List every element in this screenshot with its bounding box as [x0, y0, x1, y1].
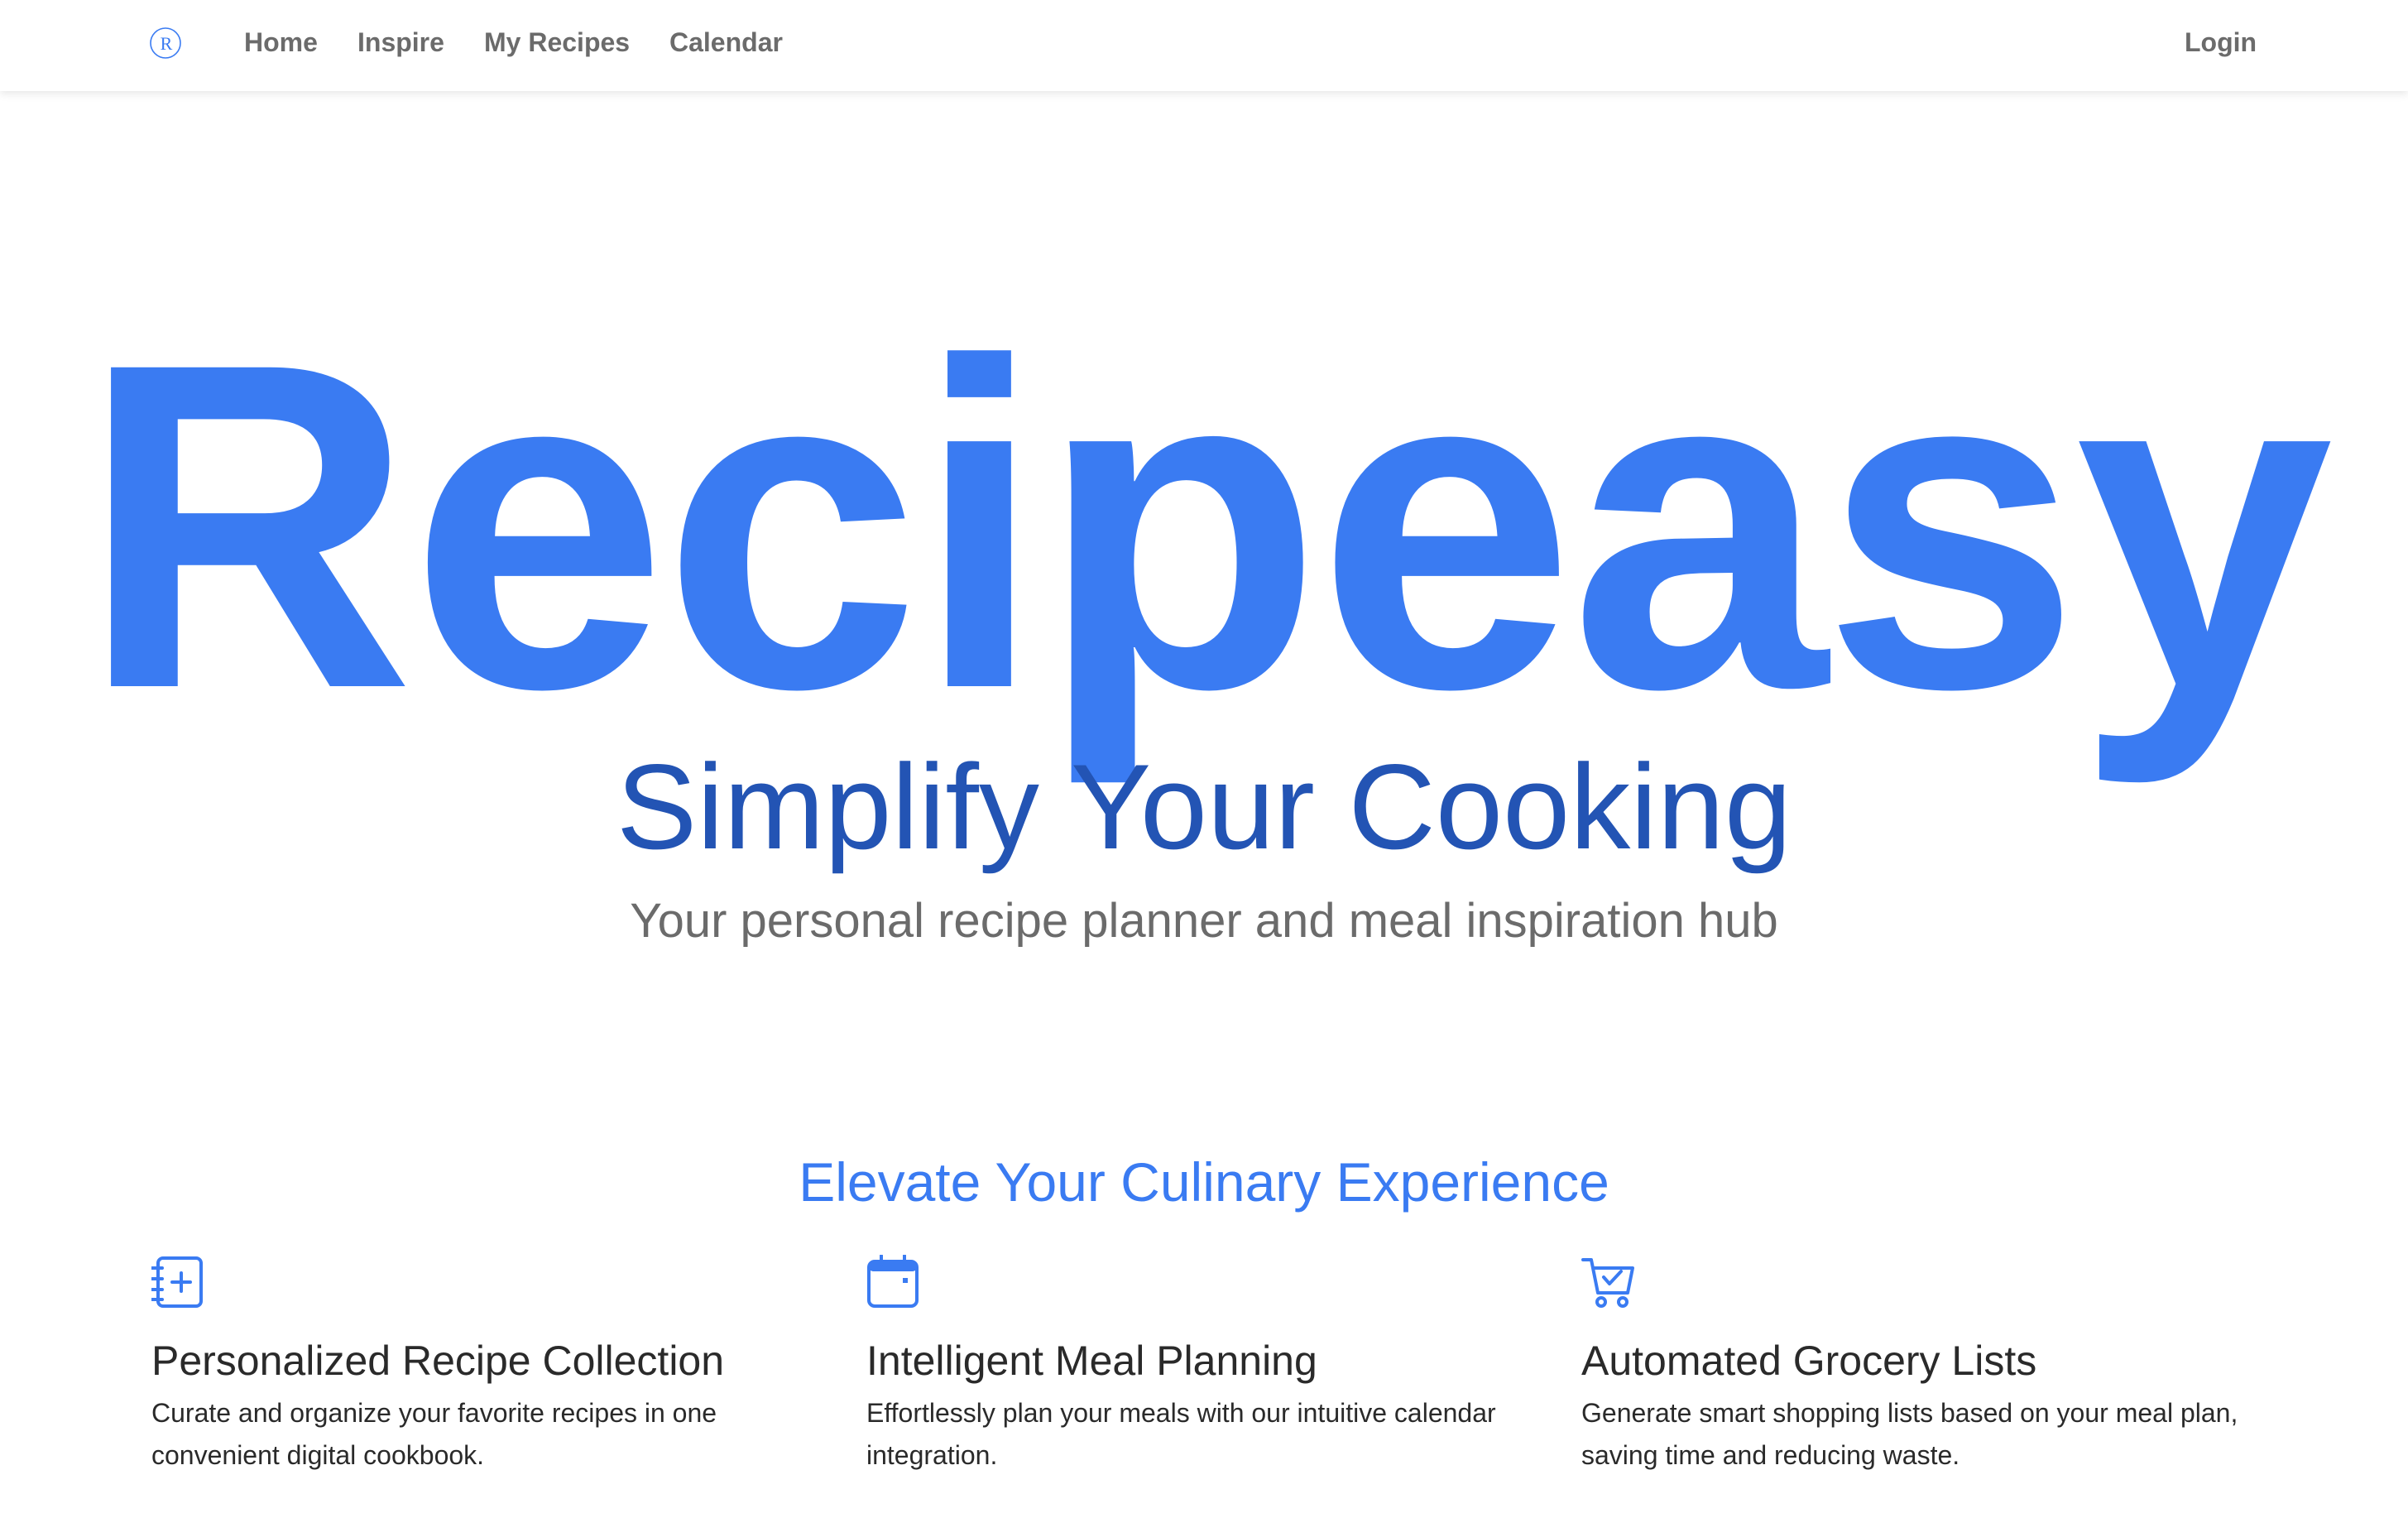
logo-letter: R	[161, 33, 173, 54]
nav-home-link[interactable]: Home	[244, 25, 318, 60]
feature-title: Personalized Recipe Collection	[151, 1338, 725, 1384]
calendar-icon	[867, 1255, 919, 1308]
features-heading: Elevate Your Culinary Experience	[799, 1151, 1609, 1213]
nav-my-recipes-link[interactable]: My Recipes	[484, 25, 630, 60]
feature-title: Intelligent Meal Planning	[866, 1338, 1317, 1384]
feature-description: Curate and organize your favorite recipe…	[151, 1398, 717, 1470]
feature-description: Generate smart shopping lists based on y…	[1581, 1398, 2238, 1470]
logo-icon[interactable]: R	[147, 25, 184, 61]
nav-inspire-link[interactable]: Inspire	[357, 25, 444, 60]
hero-title: Recipeasy	[79, 267, 2334, 785]
login-link[interactable]: Login	[2185, 25, 2257, 60]
top-navbar: R Home Inspire My Recipes Calendar Login	[0, 0, 2408, 91]
nav-calendar-link[interactable]: Calendar	[669, 25, 783, 60]
feature-description: Effortlessly plan your meals with our in…	[866, 1398, 1496, 1470]
feature-title: Automated Grocery Lists	[1581, 1338, 2037, 1384]
hero-tagline: Your personal recipe planner and meal in…	[630, 894, 1778, 948]
hero-subtitle: Simplify Your Cooking	[616, 739, 1792, 874]
notebook-plus-icon	[151, 1256, 203, 1308]
shopping-cart-check-icon	[1581, 1258, 1634, 1308]
